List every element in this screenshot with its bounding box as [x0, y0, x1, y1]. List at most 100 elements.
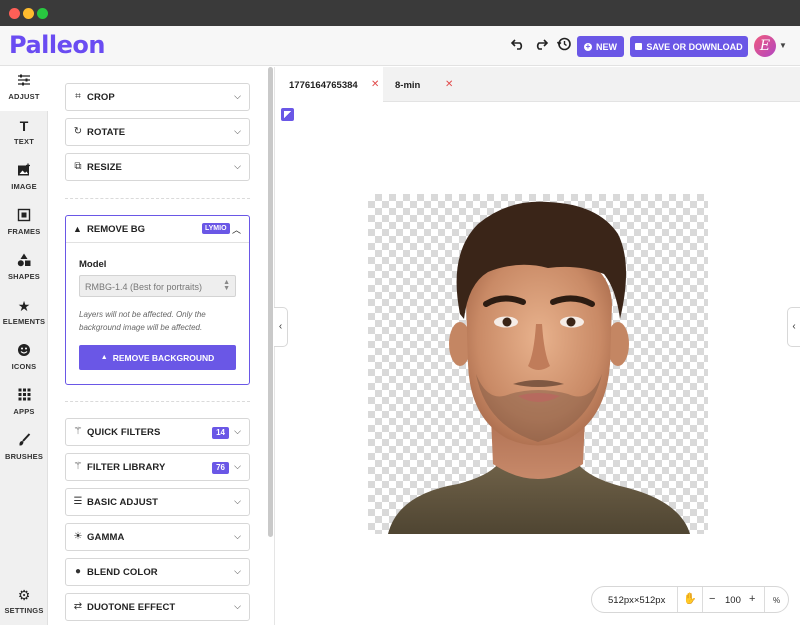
mountain-icon: ▲ [73, 224, 82, 234]
save-or-download-button[interactable]: SAVE OR DOWNLOAD [630, 36, 748, 57]
nav-shapes-label: SHAPES [7, 272, 41, 281]
status-divider [677, 587, 678, 612]
zoom-level[interactable]: 100 [725, 595, 741, 606]
sliders-icon: ☰ [73, 496, 83, 507]
chevron-down-icon[interactable]: ▼ [779, 41, 787, 50]
nav-adjust-label: ADJUST [8, 92, 40, 101]
nav-text[interactable]: T TEXT [0, 112, 48, 156]
new-button-label: NEW [596, 41, 617, 52]
redo-icon[interactable] [531, 36, 551, 56]
crop-icon: ⌗ [75, 91, 81, 102]
quick-filters-label: QUICK FILTERS [87, 427, 161, 438]
select-arrows-icon: ▲ ▼ [223, 279, 230, 292]
remove-bg-header[interactable]: ▲ REMOVE BG LYMIO ︿ [66, 216, 249, 243]
duotone-effect-label: DUOTONE EFFECT [87, 602, 176, 613]
nav-brushes[interactable]: BRUSHES [0, 427, 48, 471]
remove-background-button[interactable]: ▲ REMOVE BACKGROUND [79, 345, 236, 370]
status-divider [764, 587, 765, 612]
left-toolbar: ADJUST T TEXT IMAGE FRAMES SHAPES ★ ELEM… [0, 67, 48, 625]
canvas-status-bar: 512px×512px ✋ − 100 + % [591, 586, 789, 613]
nav-icons[interactable]: ICONS [0, 337, 48, 381]
quick-filters-count-badge: 14 [212, 427, 229, 439]
chevron-down-icon: ⌵ [234, 161, 241, 171]
edit-canvas-icon[interactable] [281, 108, 294, 121]
save-button-label: SAVE OR DOWNLOAD [646, 41, 743, 52]
chevron-down-icon: ⌵ [234, 91, 241, 101]
duotone-effect-accordion[interactable]: ⇄ DUOTONE EFFECT ⌵ [65, 593, 250, 621]
crop-accordion[interactable]: ⌗ CROP ⌵ [65, 83, 250, 111]
blend-color-accordion[interactable]: ● BLEND COLOR ⌵ [65, 558, 250, 586]
app-header: Palleon + NEW SAVE OR DOWNLOAD E ▼ [0, 26, 800, 66]
hand-pan-icon[interactable]: ✋ [683, 592, 697, 605]
magic-wand-icon: ⚚ [73, 461, 83, 472]
app-logo: Palleon [9, 31, 105, 59]
mountain-icon: ▲ [100, 354, 108, 361]
rotate-accordion[interactable]: ↻ ROTATE ⌵ [65, 118, 250, 146]
expand-right-panel-button[interactable]: ‹ [787, 307, 800, 347]
panel-divider [65, 198, 250, 199]
quick-filters-accordion[interactable]: ⚚ QUICK FILTERS 14 ⌵ [65, 418, 250, 446]
tab-document-2[interactable]: 8-min ✕ [383, 67, 455, 102]
chevron-down-icon: ⌵ [234, 426, 241, 436]
user-avatar[interactable]: E [754, 35, 776, 57]
nav-elements-label: ELEMENTS [2, 317, 46, 326]
nav-elements[interactable]: ★ ELEMENTS [0, 292, 48, 336]
gamma-accordion[interactable]: ☀ GAMMA ⌵ [65, 523, 250, 551]
filter-library-label: FILTER LIBRARY [87, 462, 166, 473]
nav-shapes[interactable]: SHAPES [0, 247, 48, 291]
zoom-in-button[interactable]: + [749, 593, 755, 605]
resize-accordion[interactable]: ⧉ RESIZE ⌵ [65, 153, 250, 181]
zoom-percent-button[interactable]: % [773, 596, 780, 605]
chevron-down-icon: ⌵ [234, 566, 241, 576]
undo-icon[interactable] [508, 36, 528, 56]
window-maximize-button[interactable] [37, 8, 48, 19]
crop-label: CROP [87, 92, 115, 103]
floppy-disk-icon [635, 43, 643, 50]
plus-circle-icon: + [584, 41, 592, 51]
nav-image[interactable]: IMAGE [0, 157, 48, 201]
window-minimize-button[interactable] [23, 8, 34, 19]
document-tabs: 1776164765384 ✕ 8-min ✕ [275, 67, 800, 102]
zoom-out-button[interactable]: − [709, 593, 715, 605]
resize-icon: ⧉ [74, 161, 82, 172]
swap-arrows-icon: ⇄ [73, 601, 83, 612]
window-close-button[interactable] [9, 8, 20, 19]
apps-grid-icon [0, 388, 48, 404]
panel-scrollbar[interactable] [268, 67, 273, 537]
nav-settings[interactable]: ⚙ SETTINGS [0, 581, 48, 625]
image-dimensions: 512px×512px [608, 595, 666, 606]
nav-image-label: IMAGE [11, 182, 37, 191]
brush-icon [0, 433, 48, 449]
tab-label: 8-min [395, 80, 421, 91]
chevron-up-icon: ︿ [231, 225, 241, 235]
basic-adjust-accordion[interactable]: ☰ BASIC ADJUST ⌵ [65, 488, 250, 516]
nav-settings-label: SETTINGS [4, 606, 44, 615]
filter-library-accordion[interactable]: ⚚ FILTER LIBRARY 76 ⌵ [65, 453, 250, 481]
tab-document-1[interactable]: 1776164765384 ✕ [275, 67, 383, 102]
portrait-image [388, 201, 690, 534]
rotate-icon: ↻ [73, 126, 83, 137]
nav-apps[interactable]: APPS [0, 382, 48, 426]
collapse-left-panel-button[interactable]: ‹ [274, 307, 288, 347]
close-icon[interactable]: ✕ [445, 79, 453, 90]
nav-adjust[interactable]: ADJUST [0, 67, 48, 111]
remove-bg-section: ▲ REMOVE BG LYMIO ︿ Model RMBG-1.4 (Best… [65, 215, 250, 385]
chevron-down-icon: ⌵ [234, 496, 241, 506]
nav-apps-label: APPS [13, 407, 35, 416]
nav-frames[interactable]: FRAMES [0, 202, 48, 246]
gear-icon: ⚙ [17, 587, 31, 603]
new-button[interactable]: + NEW [577, 36, 624, 57]
basic-adjust-label: BASIC ADJUST [87, 497, 159, 508]
model-select[interactable]: RMBG-1.4 (Best for portraits) ▲ ▼ [79, 275, 236, 297]
resize-label: RESIZE [87, 162, 122, 173]
lymio-badge: LYMIO [202, 223, 230, 234]
adjust-panel: ⌗ CROP ⌵ ↻ ROTATE ⌵ ⧉ RESIZE ⌵ ▲ REMOVE … [49, 67, 267, 625]
close-icon[interactable]: ✕ [371, 79, 379, 90]
frames-icon [0, 208, 48, 224]
history-icon[interactable] [554, 36, 574, 56]
panel-divider [65, 401, 250, 402]
remove-bg-title: REMOVE BG [87, 224, 146, 235]
text-icon: T [19, 118, 29, 134]
model-label: Model [79, 259, 107, 270]
canvas-image[interactable] [368, 194, 708, 534]
